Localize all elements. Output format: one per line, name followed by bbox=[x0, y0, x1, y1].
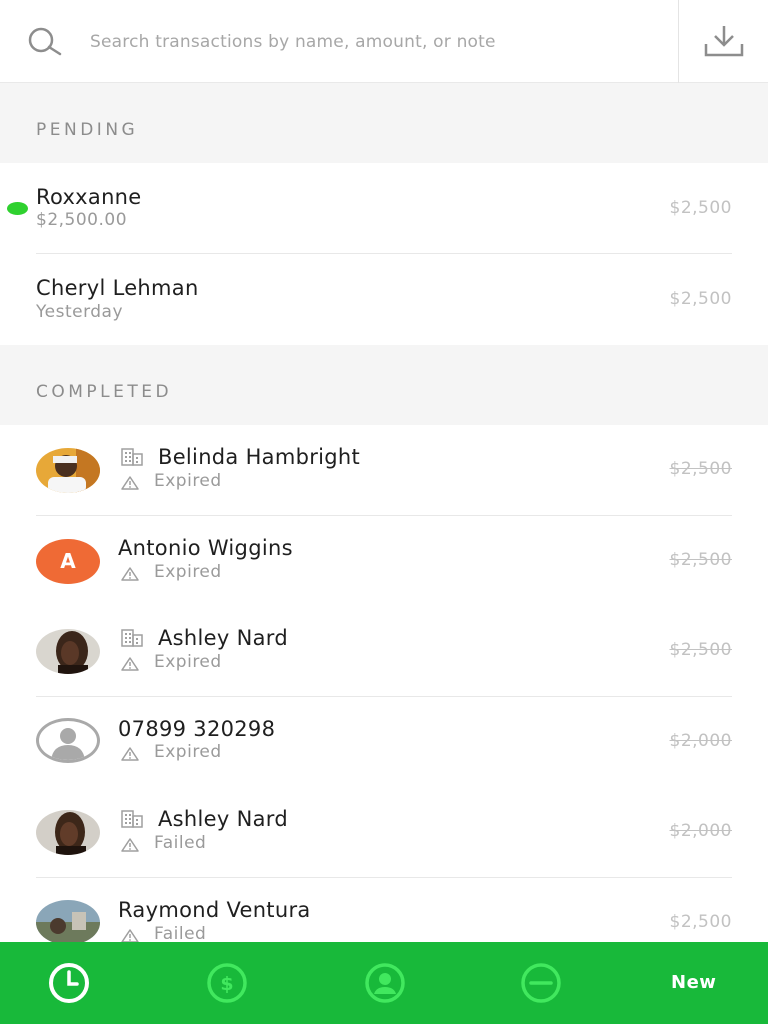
download-button[interactable] bbox=[690, 10, 758, 72]
transaction-row[interactable]: Belinda Hambright Expired $2,500 bbox=[0, 425, 768, 516]
avatar: A bbox=[36, 539, 100, 584]
clock-icon bbox=[49, 963, 89, 1003]
transaction-amount: $2,500 bbox=[669, 550, 732, 570]
transaction-row[interactable]: 07899 320298 Expired $2,000 bbox=[0, 697, 768, 788]
transaction-status: Expired bbox=[154, 471, 222, 491]
tab-activity[interactable] bbox=[8, 942, 128, 1024]
transaction-status: Expired bbox=[154, 652, 222, 672]
download-icon bbox=[704, 26, 744, 57]
section-title-pending: PENDING bbox=[36, 120, 139, 140]
section-title-completed: COMPLETED bbox=[36, 382, 173, 402]
section-header-completed: COMPLETED bbox=[0, 345, 768, 425]
transaction-name: Antonio Wiggins bbox=[118, 536, 293, 560]
transaction-name: Roxxanne bbox=[36, 185, 142, 209]
transaction-subtitle: $2,500.00 bbox=[36, 210, 128, 230]
pending-indicator-dot bbox=[7, 202, 28, 215]
default-avatar-icon bbox=[36, 718, 100, 763]
minus-icon bbox=[521, 963, 561, 1003]
transaction-row[interactable]: Ashley Nard Expired $2,500 bbox=[0, 606, 768, 697]
transaction-name: Belinda Hambright bbox=[158, 445, 361, 469]
warning-icon bbox=[121, 476, 139, 490]
warning-icon bbox=[121, 838, 139, 852]
tab-requests[interactable] bbox=[480, 942, 600, 1024]
transaction-name: Cheryl Lehman bbox=[36, 276, 199, 300]
transaction-name: Ashley Nard bbox=[158, 807, 288, 831]
transaction-row[interactable]: A Antonio Wiggins Expired $2,500 bbox=[0, 516, 768, 607]
transaction-row[interactable]: Cheryl Lehman Yesterday $2,500 bbox=[0, 254, 768, 345]
building-icon bbox=[121, 448, 143, 466]
transaction-status: Failed bbox=[154, 833, 207, 853]
dollar-icon: $ bbox=[207, 963, 247, 1003]
new-button[interactable]: New bbox=[640, 942, 768, 1024]
profile-icon bbox=[365, 963, 405, 1003]
transaction-amount: $2,000 bbox=[669, 731, 732, 751]
transaction-status: Expired bbox=[154, 562, 222, 582]
transaction-name: Raymond Ventura bbox=[118, 898, 311, 922]
transaction-status: Expired bbox=[154, 742, 222, 762]
bottom-tab-bar: $ New bbox=[0, 942, 768, 1024]
transaction-subtitle: Yesterday bbox=[36, 302, 124, 322]
transaction-row[interactable]: Roxxanne $2,500.00 $2,500 bbox=[0, 163, 768, 254]
warning-icon bbox=[121, 567, 139, 581]
transaction-amount: $2,500 bbox=[669, 198, 732, 218]
transaction-amount: $2,500 bbox=[669, 289, 732, 309]
avatar bbox=[36, 810, 100, 855]
search-divider bbox=[678, 0, 679, 83]
avatar bbox=[36, 448, 100, 493]
transaction-name: Ashley Nard bbox=[158, 626, 288, 650]
transaction-name: 07899 320298 bbox=[118, 717, 276, 741]
tab-profile[interactable] bbox=[324, 942, 444, 1024]
building-icon bbox=[121, 810, 143, 828]
transaction-amount: $2,500 bbox=[669, 459, 732, 479]
tab-cash[interactable]: $ bbox=[166, 942, 286, 1024]
transaction-amount: $2,500 bbox=[669, 640, 732, 660]
warning-icon bbox=[121, 747, 139, 761]
section-header-pending: PENDING bbox=[0, 83, 768, 163]
avatar bbox=[36, 900, 100, 945]
transaction-amount: $2,500 bbox=[669, 912, 732, 932]
search-input[interactable] bbox=[90, 28, 660, 56]
transaction-amount: $2,000 bbox=[669, 821, 732, 841]
transaction-status: Failed bbox=[154, 924, 207, 944]
building-icon bbox=[121, 629, 143, 647]
transaction-row[interactable]: Ashley Nard Failed $2,000 bbox=[0, 787, 768, 878]
avatar bbox=[36, 629, 100, 674]
search-icon bbox=[28, 27, 62, 56]
new-label: New bbox=[671, 972, 717, 993]
warning-icon bbox=[121, 657, 139, 671]
svg-text:$: $ bbox=[220, 973, 233, 995]
search-bar bbox=[0, 0, 768, 83]
